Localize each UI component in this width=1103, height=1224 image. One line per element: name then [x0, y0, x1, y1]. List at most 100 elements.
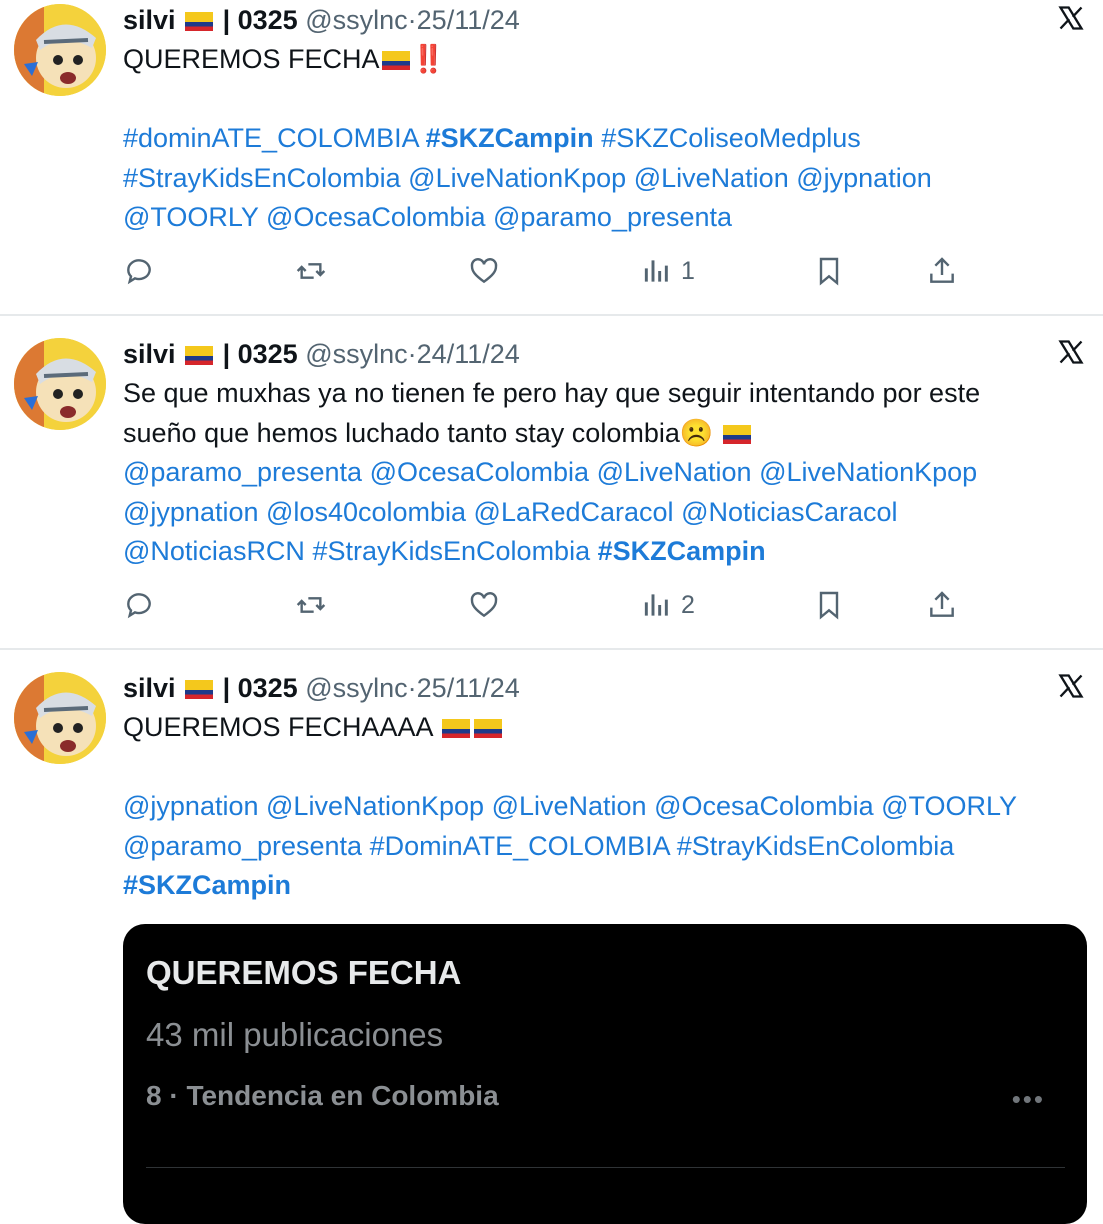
- views-icon: [644, 594, 668, 616]
- colombia-flag-icon: [381, 51, 410, 70]
- handle[interactable]: @ssylnc: [305, 339, 407, 369]
- views-icon: [644, 260, 668, 282]
- hashtag-link[interactable]: #SKZCampin: [426, 123, 594, 153]
- mention-link[interactable]: @jypnation: [123, 497, 259, 527]
- mention-link[interactable]: @LiveNation: [492, 791, 647, 821]
- x-logo-icon: [1058, 674, 1084, 698]
- tweet-links-line: @paramo_presenta @OcesaColombia @LiveNat…: [123, 453, 1063, 493]
- mention-link[interactable]: @OcesaColombia: [370, 457, 590, 487]
- like-button[interactable]: [468, 585, 500, 625]
- tweet-header: silvi | 0325 @ssylnc·24/11/24: [123, 334, 520, 374]
- separator-dot: ·: [407, 339, 417, 369]
- mention-link[interactable]: @TOORLY: [123, 202, 258, 232]
- display-name[interactable]: silvi: [123, 339, 176, 369]
- separator-dot: ·: [407, 5, 417, 35]
- tweet-header: silvi | 0325 @ssylnc·25/11/24: [123, 0, 520, 40]
- share-icon: [930, 257, 954, 283]
- divider: [146, 1167, 1065, 1168]
- more-options-icon: •••: [1011, 1084, 1045, 1114]
- like-button[interactable]: [468, 251, 500, 291]
- mention-link[interactable]: @paramo_presenta: [493, 202, 732, 232]
- hashtag-link[interactable]: #SKZColiseoMedplus: [601, 123, 861, 153]
- display-name-suffix: | 0325: [222, 673, 298, 703]
- handle[interactable]: @ssylnc: [305, 673, 407, 703]
- tweet-links-line: @paramo_presenta #DominATE_COLOMBIA #Str…: [123, 827, 1063, 867]
- trend-title: QUEREMOS FECHA: [146, 954, 462, 991]
- retweet-button[interactable]: [295, 585, 327, 625]
- colombia-flag-icon: [185, 346, 214, 365]
- mention-link[interactable]: @LiveNation: [634, 163, 789, 193]
- mention-link[interactable]: @OcesaColombia: [654, 791, 874, 821]
- tweet-text: Se que muxhas ya no tienen fe pero hay q…: [123, 374, 1063, 572]
- timestamp[interactable]: 25/11/24: [417, 673, 520, 703]
- mention-link[interactable]: @paramo_presenta: [123, 457, 362, 487]
- tweet-text-line: Se que muxhas ya no tienen fe pero hay q…: [123, 378, 981, 408]
- mention-link[interactable]: @los40colombia: [266, 497, 466, 527]
- hashtag-link[interactable]: #dominATE_COLOMBIA: [123, 123, 418, 153]
- avatar[interactable]: [14, 672, 106, 764]
- share-button[interactable]: [926, 585, 958, 625]
- avatar[interactable]: [14, 4, 106, 96]
- separator-dot: ·: [407, 673, 417, 703]
- hashtag-link[interactable]: #StrayKidsEnColombia: [123, 163, 401, 193]
- frowning-face-emoji: ☹️: [679, 417, 714, 448]
- mention-link[interactable]: @jypnation: [123, 791, 259, 821]
- mention-link[interactable]: @NoticiasRCN: [123, 536, 305, 566]
- reply-button[interactable]: [123, 585, 155, 625]
- hashtag-link[interactable]: #StrayKidsEnColombia: [677, 831, 955, 861]
- reply-icon: [127, 593, 151, 619]
- display-name[interactable]: silvi: [123, 5, 176, 35]
- mention-link[interactable]: @NoticiasCaracol: [681, 497, 897, 527]
- tweet-links-line: @TOORLY @OcesaColombia @paramo_presenta: [123, 198, 1063, 238]
- mention-link[interactable]: @TOORLY: [881, 791, 1017, 821]
- tweet-links-line: @jypnation @los40colombia @LaRedCaracol …: [123, 493, 1063, 533]
- display-name-suffix: | 0325: [222, 339, 298, 369]
- tweet[interactable]: silvi | 0325 @ssylnc·25/11/24 QUEREMOS F…: [0, 0, 1103, 316]
- hashtag-link[interactable]: #DominATE_COLOMBIA: [370, 831, 670, 861]
- handle[interactable]: @ssylnc: [305, 5, 407, 35]
- timestamp[interactable]: 24/11/24: [417, 339, 520, 369]
- mention-link[interactable]: @LiveNationKpop: [759, 457, 977, 487]
- tweet-text-line: QUEREMOS FECHA: [123, 44, 380, 74]
- retweet-button[interactable]: [295, 251, 327, 291]
- like-icon: [470, 258, 498, 284]
- share-button[interactable]: [926, 251, 958, 291]
- hashtag-link[interactable]: #StrayKidsEnColombia: [312, 536, 590, 566]
- avatar[interactable]: [14, 338, 106, 430]
- hashtag-link[interactable]: #SKZCampin: [123, 870, 291, 900]
- divider: [0, 314, 1103, 316]
- tweet-text: QUEREMOS FECHA ‼️ #dominATE_COLOMBIA #SKZ…: [123, 40, 1063, 238]
- mention-link[interactable]: @OcesaColombia: [266, 202, 486, 232]
- reply-button[interactable]: [123, 251, 155, 291]
- trend-card-image[interactable]: QUEREMOS FECHA 43 mil publicaciones 8 · …: [123, 924, 1087, 1224]
- mention-link[interactable]: @LiveNation: [597, 457, 752, 487]
- trend-rank: 8 · Tendencia en Colombia: [146, 1080, 499, 1111]
- bookmark-button[interactable]: [813, 585, 845, 625]
- double-exclamation-emoji: ‼️: [411, 44, 446, 74]
- bookmark-icon: [819, 257, 839, 286]
- timestamp[interactable]: 25/11/24: [417, 5, 520, 35]
- tweet-links-line: #StrayKidsEnColombia @LiveNationKpop @Li…: [123, 159, 1063, 199]
- hashtag-link[interactable]: #SKZCampin: [598, 536, 766, 566]
- display-name-suffix: | 0325: [222, 5, 298, 35]
- tweet-links-line: @NoticiasRCN #StrayKidsEnColombia #SKZCa…: [123, 532, 1063, 572]
- display-name[interactable]: silvi: [123, 673, 176, 703]
- like-icon: [470, 592, 498, 618]
- divider: [0, 648, 1103, 650]
- mention-link[interactable]: @LiveNationKpop: [266, 791, 484, 821]
- views-button[interactable]: 2: [641, 585, 695, 625]
- x-logo-icon: [1058, 340, 1084, 364]
- mention-link[interactable]: @jypnation: [796, 163, 932, 193]
- mention-link[interactable]: @LiveNationKpop: [408, 163, 626, 193]
- tweet[interactable]: silvi | 0325 @ssylnc·24/11/24 Se que mux…: [0, 334, 1103, 650]
- tweet-header: silvi | 0325 @ssylnc·25/11/24: [123, 668, 520, 708]
- x-logo-icon: [1058, 6, 1084, 30]
- views-button[interactable]: 1: [641, 251, 695, 291]
- tweet-links-line: @jypnation @LiveNationKpop @LiveNation @…: [123, 787, 1063, 827]
- mention-link[interactable]: @paramo_presenta: [123, 831, 362, 861]
- tweet-actions: 2: [123, 585, 983, 625]
- trend-post-count: 43 mil publicaciones: [146, 1016, 444, 1053]
- bookmark-icon: [819, 591, 839, 620]
- mention-link[interactable]: @LaRedCaracol: [474, 497, 674, 527]
- bookmark-button[interactable]: [813, 251, 845, 291]
